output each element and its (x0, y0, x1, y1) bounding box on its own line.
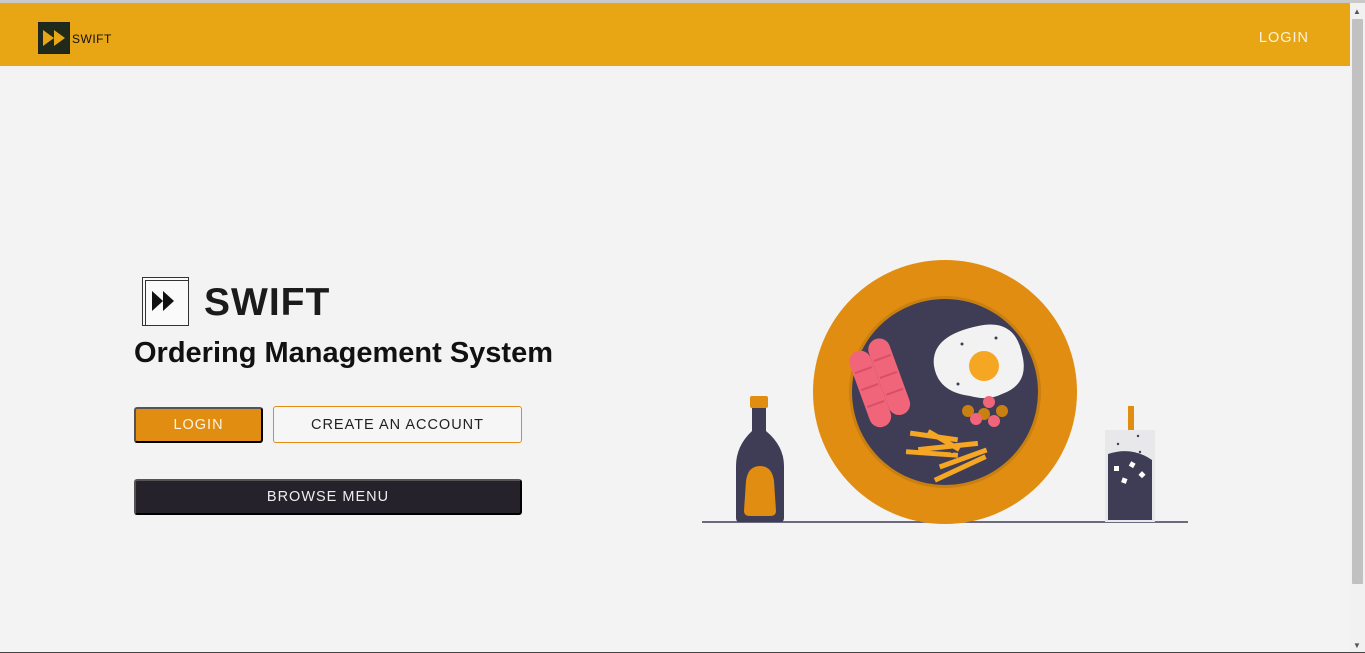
plate-icon (813, 260, 1077, 524)
scroll-down-arrow-icon[interactable]: ▼ (1353, 641, 1361, 650)
drink-glass-icon (1105, 406, 1155, 522)
create-account-button[interactable]: CREATE AN ACCOUNT (273, 406, 522, 443)
fast-forward-icon (142, 277, 189, 326)
nav-logo-text: SWIFT (72, 32, 112, 46)
bottle-icon (736, 396, 784, 522)
brand-name: SWIFT (204, 281, 331, 324)
scroll-up-arrow-icon[interactable]: ▲ (1353, 7, 1361, 16)
navbar: SWIFT LOGIN (0, 3, 1350, 66)
page-subtitle: Ordering Management System (134, 337, 553, 369)
nav-logo[interactable]: SWIFT (38, 22, 118, 56)
vertical-scrollbar[interactable]: ▲ ▼ (1350, 3, 1365, 652)
fast-forward-icon (38, 22, 70, 54)
food-plate-illustration (702, 260, 1188, 524)
login-button[interactable]: LOGIN (134, 407, 263, 443)
browse-menu-button[interactable]: BROWSE MENU (134, 479, 522, 515)
nav-login-link[interactable]: LOGIN (1259, 30, 1309, 46)
scroll-thumb[interactable] (1352, 19, 1363, 584)
